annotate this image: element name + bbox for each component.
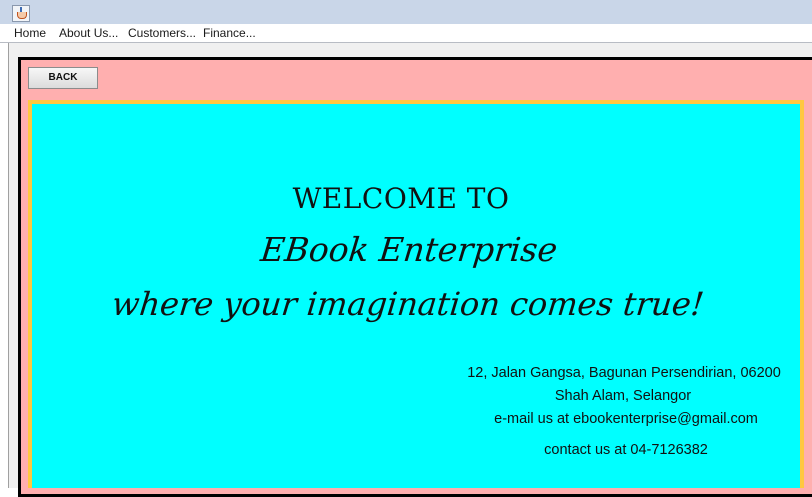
menu-customers[interactable]: Customers... xyxy=(128,26,196,40)
welcome-heading: WELCOME TO xyxy=(292,182,510,215)
menu-finance[interactable]: Finance... xyxy=(203,26,256,40)
tagline: where your imagination comes true! xyxy=(110,285,706,323)
contact-email: e-mail us at ebookenterprise@gmail.com xyxy=(494,411,758,427)
address-line-2: Shah Alam, Selangor xyxy=(554,388,692,404)
brand-name: EBook Enterprise xyxy=(258,230,560,269)
contact-phone: contact us at 04-7126382 xyxy=(544,442,708,458)
menu-bar: Home About Us... Customers... Finance... xyxy=(0,24,812,43)
java-cup-body xyxy=(17,12,27,19)
menu-about-us[interactable]: About Us... xyxy=(59,26,118,40)
window-titlebar xyxy=(0,0,812,24)
back-button[interactable]: BACK xyxy=(28,67,98,89)
menu-home[interactable]: Home xyxy=(14,26,46,40)
java-cup-icon[interactable] xyxy=(12,5,30,22)
address-line-1: 12, Jalan Gangsa, Bagunan Persendirian, … xyxy=(467,365,781,381)
